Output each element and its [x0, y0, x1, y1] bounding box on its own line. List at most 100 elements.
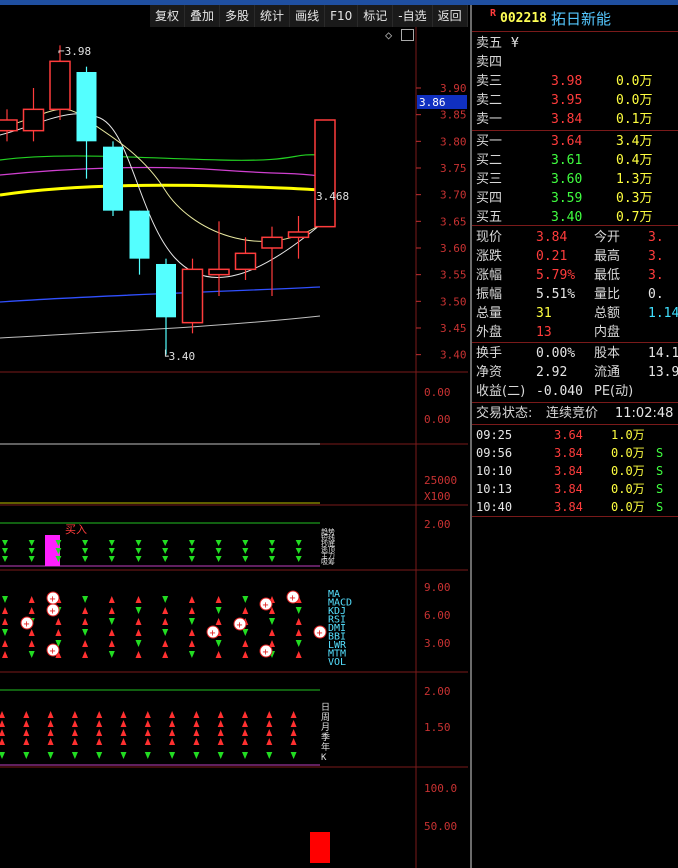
panel5-arrow	[23, 711, 30, 718]
stat-value: 0.21	[536, 249, 568, 264]
ma-pale-line	[0, 108, 321, 242]
panel5-side-label: 周	[321, 712, 330, 723]
bid-volume: 1.3万	[616, 172, 653, 187]
panel4-arrow	[55, 629, 62, 636]
panel3-arrow	[215, 556, 222, 562]
bid-volume: 0.4万	[616, 153, 653, 168]
candle-body-up	[261, 236, 283, 249]
last-price-label: 3.468	[316, 190, 349, 203]
panel2-tick-label: X100	[424, 490, 451, 503]
panel5-arrow	[120, 738, 127, 745]
stat-value: 3.	[648, 268, 664, 283]
stat-value: 3.	[648, 249, 664, 264]
stat-value: 5.79%	[536, 268, 576, 283]
candle-body-up	[314, 119, 336, 228]
stat-label: 总量	[476, 306, 503, 321]
tick-time: 09:25	[476, 428, 513, 442]
panel4-arrow	[162, 596, 169, 603]
panel5-arrow	[217, 711, 224, 718]
panel5-arrow	[71, 738, 78, 745]
tick-price: 3.84	[554, 482, 583, 496]
panel4-marker-plus: +	[317, 628, 323, 639]
price-tick-label: 3.50	[440, 295, 467, 308]
diamond-icon[interactable]: ◇	[385, 28, 392, 42]
panel5-arrow	[0, 752, 5, 759]
stock-name[interactable]: 拓日新能	[551, 8, 611, 29]
panel4-marker-plus: +	[237, 620, 243, 631]
tick-flag: S	[656, 482, 664, 496]
bid-price: 3.60	[551, 172, 583, 187]
panel5-arrow	[23, 738, 30, 745]
bid-volume: 3.4万	[616, 134, 653, 149]
panel3-arrow	[82, 540, 89, 546]
panel5-arrow	[169, 752, 176, 759]
tick-time: 10:10	[476, 464, 513, 478]
kline-chart[interactable]: ⌐3.98 └3.40 3.468 3.90 3.85 3.80 3.75 3.70 3.65…	[0, 5, 470, 868]
stat-label: 振幅	[476, 287, 503, 302]
stock-header: R 002218 拓日新能	[472, 7, 678, 30]
toolbar-multi-stock-button[interactable]: 多股	[220, 5, 256, 27]
panel5-arrow	[217, 738, 224, 745]
window-toggle-icon[interactable]	[401, 29, 414, 41]
buy-signal-label: 买入	[65, 523, 87, 536]
fin-value: 0.00%	[536, 346, 576, 361]
ask-price: 3.84	[551, 112, 583, 127]
panel5-arrow	[266, 738, 273, 745]
bid-label: 买二	[476, 153, 503, 168]
panel4-arrow	[135, 618, 142, 625]
toolbar-mark-button[interactable]: 标记	[358, 5, 394, 27]
panel5-arrow	[71, 711, 78, 718]
panel5-arrow	[0, 738, 5, 745]
toolbar-overlay-button[interactable]: 叠加	[185, 5, 221, 27]
toolbar-watchlist-button[interactable]: -自选	[393, 5, 433, 27]
stock-code[interactable]: 002218	[500, 11, 547, 26]
fin-value: -0.040	[536, 384, 583, 399]
panel3-arrow	[108, 556, 115, 562]
panel4-arrow	[162, 640, 169, 647]
panel5-arrow	[169, 729, 176, 736]
panel3-arrow	[269, 548, 275, 554]
ask-volume: 0.0万	[616, 93, 653, 108]
panel4-arrow	[295, 629, 302, 636]
panel5-arrow	[266, 729, 273, 736]
fin-value: 13.9	[648, 365, 678, 380]
panel3-arrow	[295, 548, 302, 554]
separator-1	[472, 130, 678, 131]
panel3-arrow	[162, 556, 169, 562]
panel5-arrow	[47, 711, 54, 718]
rzrq-badge: R	[490, 8, 497, 19]
panel5-side-label: 年	[321, 741, 330, 753]
panel5-arrow	[290, 738, 297, 745]
toolbar-fuquan-button[interactable]: 复权	[150, 5, 186, 27]
toolbar-f10-button[interactable]: F10	[325, 5, 359, 27]
panel5-arrow	[47, 720, 54, 727]
panel3-arrow	[2, 540, 8, 546]
stat-label: 现价	[476, 230, 503, 245]
low-price-label: └3.40	[162, 349, 195, 363]
panel5-side-label: 日	[321, 702, 330, 713]
tick-time: 09:56	[476, 446, 513, 460]
panel5-arrow	[120, 729, 127, 736]
panel5-arrow	[242, 711, 248, 718]
toolbar-draw-button[interactable]: 画线	[290, 5, 326, 27]
ask-volume: 0.1万	[616, 112, 653, 127]
panel5-arrow	[290, 752, 297, 759]
panel3-arrow	[2, 548, 8, 554]
panel3-arrow	[269, 540, 275, 546]
ma-magenta-line	[0, 166, 321, 177]
ask-label: 卖五	[476, 36, 503, 51]
panel3-arrow	[28, 556, 35, 562]
price-tick-label: 3.80	[440, 135, 467, 148]
bid-price: 3.64	[551, 134, 583, 149]
panel3-arrow	[215, 540, 222, 546]
toolbar-back-button[interactable]: 返回	[433, 5, 468, 27]
tick-price: 3.84	[554, 500, 583, 514]
panel3-arrow	[188, 548, 195, 554]
price-tick-label: 3.85	[440, 109, 467, 122]
toolbar-stats-button[interactable]: 统计	[255, 5, 291, 27]
panel4-arrow	[82, 651, 89, 658]
panel5-arrow	[47, 752, 54, 759]
panel4-arrow	[2, 607, 8, 614]
ask-label: 卖三	[476, 74, 503, 89]
status-time: 11:02:48	[615, 406, 674, 421]
